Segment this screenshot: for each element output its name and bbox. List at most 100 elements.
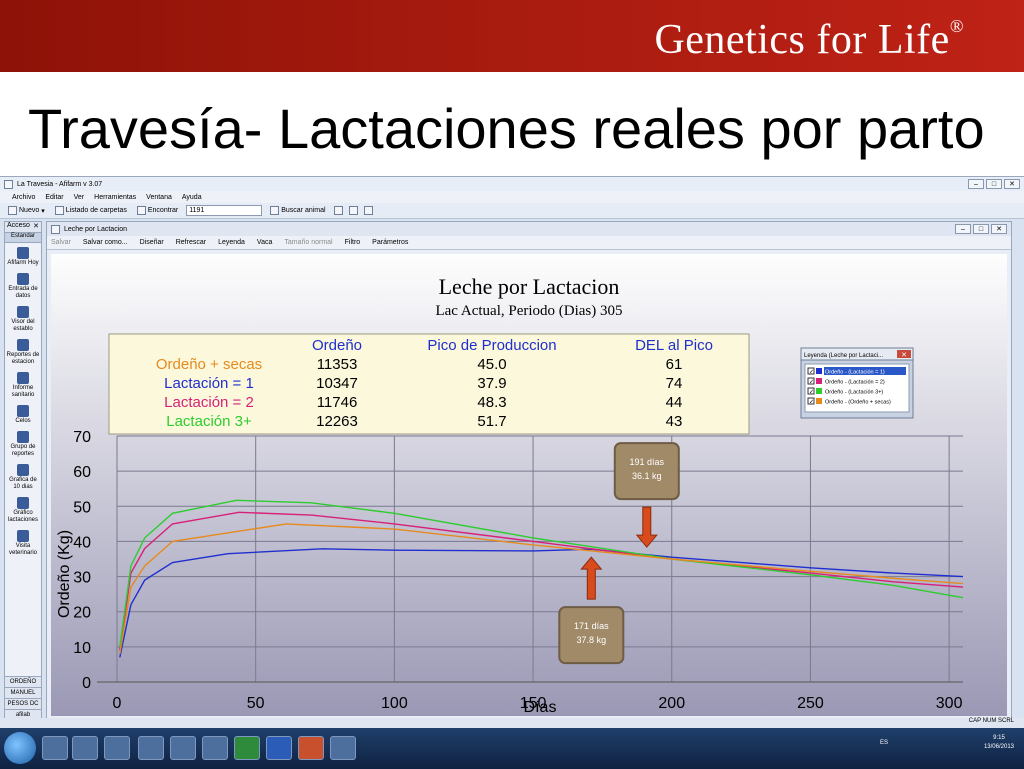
table-row-label: Lactación 3+ [166, 413, 252, 430]
salvar-como-button[interactable]: Salvar como... [83, 239, 128, 246]
close-button[interactable]: ✕ [1004, 179, 1020, 189]
legend-item-label: Ordeño - (Ordeño + secas) [825, 400, 891, 406]
y-axis-label: Ordeño (Kg) [56, 530, 73, 618]
parametros-button[interactable]: Parámetros [372, 239, 408, 246]
table-cell-ordeno: 12263 [316, 413, 358, 430]
filtro-button[interactable]: Filtro [345, 239, 361, 246]
table-cell-pico: 51.7 [477, 413, 506, 430]
taskbar-app-icon[interactable] [104, 736, 130, 760]
sidebar-item-visor-establo[interactable]: Visor del establo [5, 302, 41, 335]
table-header-pico: Pico de Produccion [427, 337, 556, 354]
salvar-button[interactable]: Salvar [51, 239, 71, 246]
child-maximize-button[interactable]: □ [973, 224, 989, 234]
sidebar-item-afifarm-hoy[interactable]: Afifarm Hoy [5, 243, 41, 269]
group-ordeno[interactable]: ORDEÑO [5, 676, 41, 687]
chart-title: Leche por Lactacion [439, 274, 620, 299]
tamano-normal-button[interactable]: Tamaño normal [284, 239, 332, 246]
taskbar-media-icon[interactable] [72, 736, 98, 760]
chart-window-icon [51, 224, 60, 234]
windows-taskbar: ES 9:15 13/06/2013 [0, 728, 1024, 769]
child-minimize-button[interactable]: – [955, 224, 971, 234]
y-tick-label: 30 [73, 570, 91, 587]
group-pesos-dc[interactable]: PESOS DC [5, 698, 41, 709]
legend-window[interactable]: Leyenda (Leche por Lactaci... ✕ ✓ Ordeño … [800, 347, 914, 419]
system-clock[interactable]: 9:15 13/06/2013 [984, 734, 1014, 752]
annotation-days: 171 días [574, 621, 609, 631]
maximize-button[interactable]: □ [986, 179, 1002, 189]
legend-swatch [816, 378, 822, 384]
binoculars-icon [136, 206, 146, 215]
calendar-icon [17, 247, 29, 259]
taskbar-browser-icon[interactable] [330, 736, 356, 760]
menu-ayuda[interactable]: Ayuda [182, 194, 202, 201]
refrescar-button[interactable]: Refrescar [176, 239, 206, 246]
sidebar-item-informe-sanitario[interactable]: Informe sanitario [5, 368, 41, 401]
language-indicator[interactable]: ES [880, 740, 888, 746]
encontrar-button[interactable]: Encontrar [135, 206, 180, 215]
preview-icon[interactable] [348, 206, 358, 215]
animal-search-input[interactable]: 1191 [186, 205, 263, 216]
annotation-days: 191 días [630, 457, 665, 467]
sidebar-header: Acceso ✕ [5, 222, 41, 233]
vaca-button[interactable]: Vaca [257, 239, 272, 246]
y-tick-label: 10 [73, 640, 91, 657]
sidebar-item-grupo-reportes[interactable]: Grupo de reportes [5, 427, 41, 460]
new-icon [8, 206, 17, 215]
line-chart-icon [17, 497, 29, 509]
nuevo-button[interactable]: Nuevo ▾ [6, 206, 47, 215]
legend-title: Leyenda (Leche por Lactaci... [804, 353, 883, 359]
table-row-label: Lactación = 2 [164, 394, 254, 411]
group-manuel[interactable]: MANUEL [5, 687, 41, 698]
app-title: La Travesia - Afifarm v 3.07 [17, 180, 103, 188]
y-tick-label: 20 [73, 605, 91, 622]
table-cell-del: 44 [666, 394, 683, 411]
search-icon [270, 206, 280, 215]
menu-editar[interactable]: Editar [45, 194, 63, 201]
taskbar-explorer-icon[interactable] [42, 736, 68, 760]
main-toolbar: Nuevo ▾ Listado de carpetas Encontrar 11… [0, 203, 1024, 219]
checkmark-icon: ✓ [809, 400, 814, 406]
sidebar-item-celos[interactable]: Celos [5, 401, 41, 427]
legend-swatch [816, 368, 822, 374]
table-row-label: Lactación = 1 [164, 375, 254, 392]
y-tick-label: 40 [73, 534, 91, 551]
access-sidebar: Acceso ✕ Estandar Afifarm Hoy Entrada de … [4, 221, 42, 721]
minimize-button[interactable]: – [968, 179, 984, 189]
disenar-button[interactable]: Diseñar [140, 239, 164, 246]
buscar-animal-button[interactable]: Buscar animal [268, 206, 327, 215]
leyenda-button[interactable]: Leyenda [218, 239, 245, 246]
print-icon[interactable] [333, 206, 343, 215]
taskbar-powerpoint-icon[interactable] [298, 736, 324, 760]
sidebar-item-visita-veterinario[interactable]: Visita veterinario [5, 526, 41, 559]
checkmark-icon: ✓ [809, 380, 814, 386]
close-icon: ✕ [901, 352, 907, 359]
taskbar-excel-icon[interactable] [234, 736, 260, 760]
clock-time: 9:15 [993, 735, 1005, 741]
legend-swatch [816, 398, 822, 404]
taskbar-afifarm-icon[interactable] [138, 736, 164, 760]
taskbar-cow-icon[interactable] [202, 736, 228, 760]
listado-button[interactable]: Listado de carpetas [53, 206, 129, 215]
menu-herramientas[interactable]: Herramientas [94, 194, 136, 201]
legend-item-label: Ordeño - (Lactación = 2) [825, 380, 885, 386]
taskbar-tool-icon[interactable] [170, 736, 196, 760]
sidebar-tab-estandar[interactable]: Estandar [5, 233, 41, 243]
heat-icon [17, 405, 29, 417]
menu-ver[interactable]: Ver [74, 194, 85, 201]
report-icon [17, 339, 29, 351]
close-icon[interactable]: ✕ [33, 222, 39, 232]
y-tick-label: 70 [73, 429, 91, 446]
menu-ventana[interactable]: Ventana [146, 194, 172, 201]
table-cell-pico: 37.9 [477, 375, 506, 392]
sidebar-item-grafica-10-dias[interactable]: Grafica de 10 dias [5, 460, 41, 493]
child-close-button[interactable]: ✕ [991, 224, 1007, 234]
taskbar-word-icon[interactable] [266, 736, 292, 760]
sidebar-item-grafico-lactaciones[interactable]: Gráfico lactaciones [5, 493, 41, 526]
sidebar-item-entrada-datos[interactable]: Entrada de datos [5, 269, 41, 302]
export-icon[interactable] [363, 206, 373, 215]
table-cell-del: 74 [666, 375, 683, 392]
app-icon [4, 179, 13, 189]
menu-archivo[interactable]: Archivo [12, 194, 35, 201]
sidebar-item-reportes-estacion[interactable]: Reportes de estacion [5, 335, 41, 368]
start-button[interactable] [4, 732, 36, 764]
